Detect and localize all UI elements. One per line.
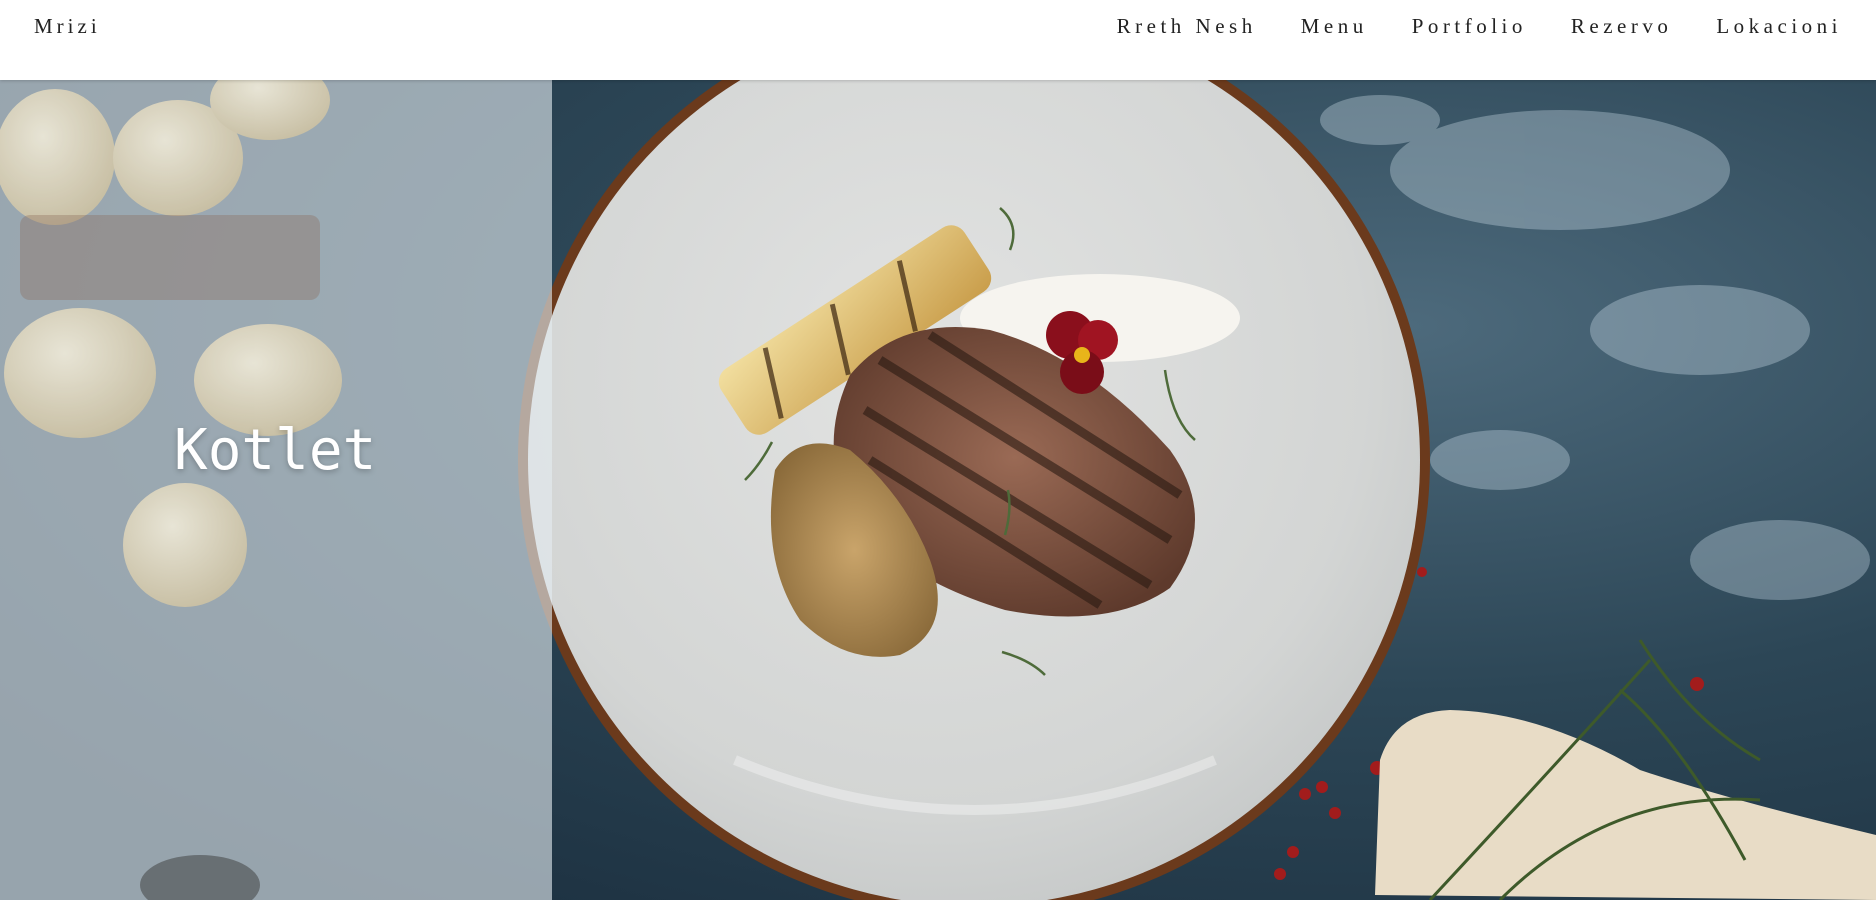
nav-link-rezervo[interactable]: Rezervo: [1571, 14, 1672, 39]
potato-board: [20, 215, 320, 300]
hero-title: Kotlet: [174, 418, 377, 483]
nav-menu: Rreth Nesh Menu Portfolio Rezervo Lokaci…: [1117, 14, 1842, 39]
hero-food-photo: [0, 80, 1876, 900]
nav-link-lokacioni[interactable]: Lokacioni: [1716, 14, 1842, 39]
nav-link-rreth-nesh[interactable]: Rreth Nesh: [1117, 14, 1257, 39]
top-navbar: Mrizi Rreth Nesh Menu Portfolio Rezervo …: [0, 0, 1876, 80]
brand-logo-link[interactable]: Mrizi: [34, 14, 101, 39]
nav-link-menu[interactable]: Menu: [1301, 14, 1368, 39]
hero-section: Kotlet: [0, 80, 1876, 900]
nav-link-portfolio[interactable]: Portfolio: [1412, 14, 1527, 39]
